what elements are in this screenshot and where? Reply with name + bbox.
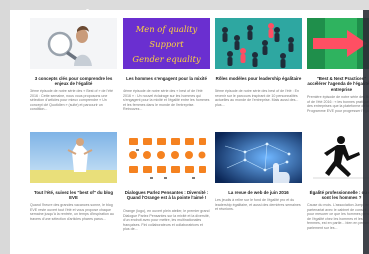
article-title[interactable]: Rôles modèles pour leadership égalitaire [215, 76, 302, 81]
article-title[interactable]: La revue de web de juin 2016 [215, 190, 302, 195]
article-card[interactable]: Égalité professionnelle : où en sont les… [307, 132, 369, 254]
article-excerpt: 3ème épisode de notre série des « Best o… [30, 89, 113, 112]
scroll-edge [363, 10, 369, 254]
article-excerpt: Orange (logo), en ouvert plein atelier, … [123, 209, 210, 232]
arrow-doors-icon[interactable] [307, 18, 369, 69]
article-title[interactable]: Égalité professionnelle : où en sont les… [307, 190, 369, 201]
article-excerpt: 4ème épisode de notre série des « best o… [123, 89, 210, 112]
window-frame-top [10, 0, 369, 10]
article-card[interactable]: La revue de web de juin 2016 Les jeudis … [215, 132, 302, 254]
touch-network-icon[interactable] [215, 132, 302, 183]
magnifier-woman-icon[interactable] [30, 18, 117, 69]
article-excerpt: Les jeudis à relire sur le fond de l'éga… [215, 198, 301, 212]
article-card[interactable]: Rôles modèles pour leadership égalitaire… [215, 18, 302, 130]
article-card[interactable]: Tout l'été, suivez les "best of" du blog… [30, 132, 117, 254]
crowd-figures-icon[interactable] [215, 18, 302, 69]
article-title[interactable]: Tout l'été, suivez les "best of" du blog… [30, 190, 117, 201]
article-title[interactable]: Les hommes s'engagent pour la mixité [123, 76, 210, 81]
woman-in-field-icon[interactable] [30, 132, 117, 183]
article-title[interactable]: "Best & Next Practices" accélérer l'agen… [307, 76, 369, 92]
article-card[interactable]: 3 concepts clés pour comprendre les enje… [30, 18, 117, 130]
blog-grid-page: 3 concepts clés pour comprendre les enje… [0, 0, 369, 254]
runner-silhouette-icon[interactable] [307, 132, 369, 183]
article-card[interactable]: Dialogues Parlez Pensantes : Diversité :… [123, 132, 210, 254]
article-card[interactable]: "Best & Next Practices" accélérer l'agen… [307, 18, 369, 130]
men-of-quality-banner-icon[interactable]: Men of quality Support Gender equality [123, 18, 210, 69]
article-title[interactable]: Dialogues Parlez Pensantes : Diversité :… [123, 190, 210, 201]
article-title[interactable]: 3 concepts clés pour comprendre les enje… [30, 76, 117, 87]
orange-icons-grid-icon[interactable] [123, 132, 210, 183]
window-frame-left [0, 0, 10, 254]
article-excerpt: Quand l'heure des grandes vacances sonne… [30, 203, 114, 221]
article-excerpt: 5ème épisode de notre série des best of … [215, 89, 299, 107]
article-card[interactable]: Men of quality Support Gender equality L… [123, 18, 210, 130]
banner-line-2: Support [149, 39, 184, 49]
article-excerpt: Première épisode de notre série des Best… [307, 95, 369, 113]
banner-line-3: Gender equality [132, 54, 200, 64]
article-excerpt: Cause du mois. L'association Jump, en pa… [307, 203, 369, 230]
content-sheet: 3 concepts clés pour comprendre les enje… [10, 10, 369, 254]
banner-line-1: Men of quality [135, 24, 198, 34]
